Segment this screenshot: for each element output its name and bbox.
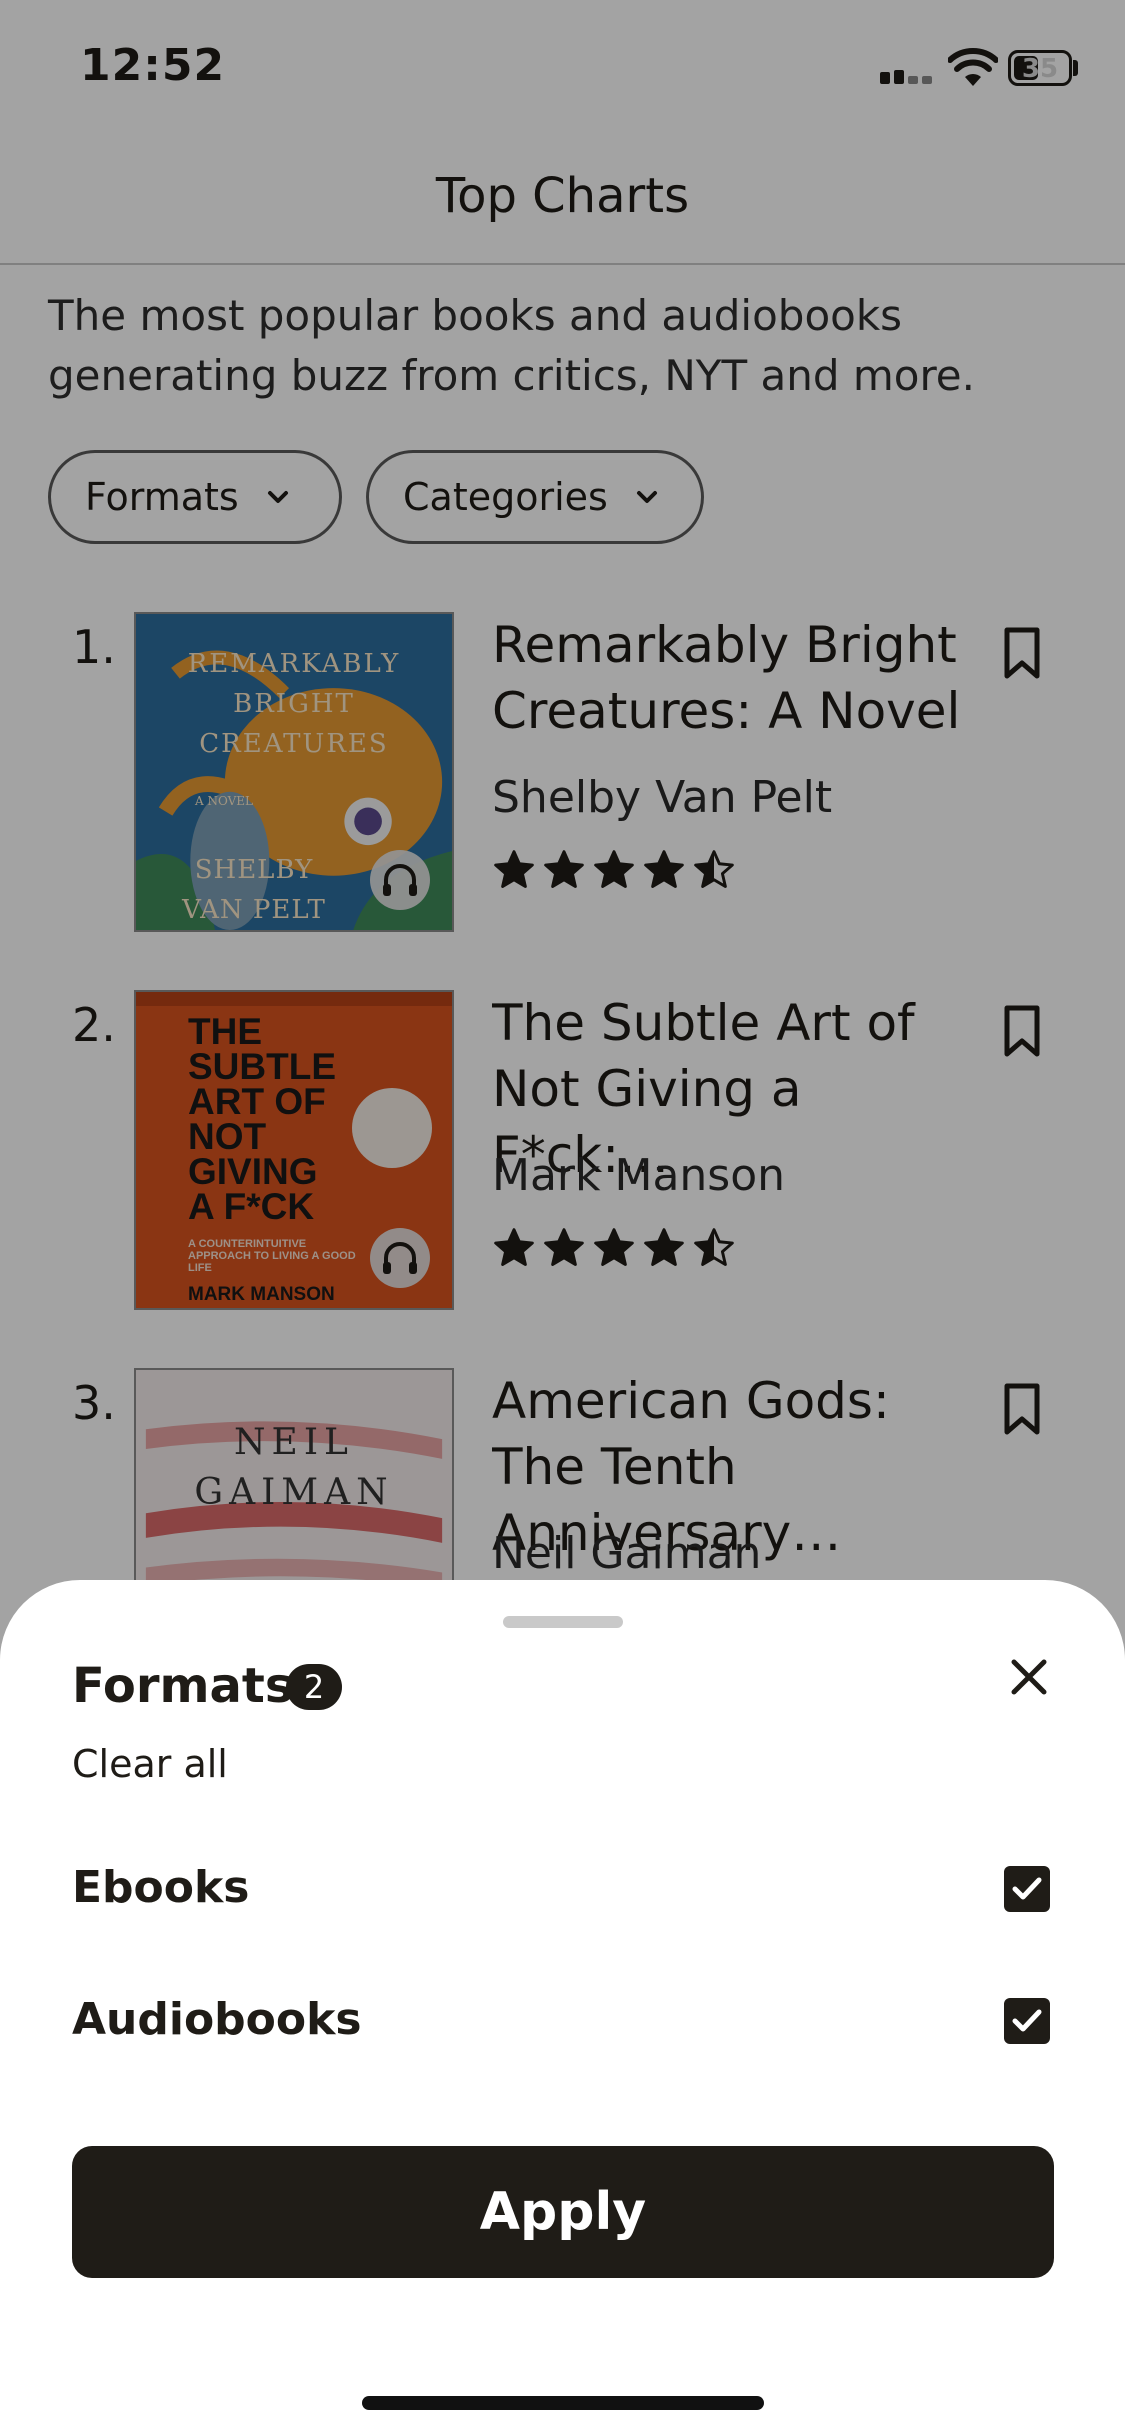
sheet-title: Formats (72, 1658, 294, 1714)
home-indicator[interactable] (362, 2396, 764, 2410)
ebooks-checkbox[interactable] (1004, 1866, 1050, 1912)
audiobooks-checkbox[interactable] (1004, 1998, 1050, 2044)
checkmark-icon (1012, 2009, 1042, 2032)
sheet-grabber[interactable] (503, 1616, 623, 1628)
option-ebooks-label[interactable]: Ebooks (72, 1862, 249, 1913)
screen: 12:52 35 Top Charts The most popular boo… (0, 0, 1125, 2436)
selected-count-badge: 2 (286, 1664, 342, 1710)
apply-button[interactable]: Apply (72, 2146, 1054, 2278)
clear-all-button[interactable]: Clear all (72, 1742, 228, 1786)
option-audiobooks-label[interactable]: Audiobooks (72, 1994, 362, 2045)
close-icon[interactable] (1004, 1652, 1054, 1702)
formats-bottom-sheet: Formats 2 Clear all Ebooks Audiobooks Ap… (0, 1580, 1125, 2436)
checkmark-icon (1012, 1877, 1042, 1900)
